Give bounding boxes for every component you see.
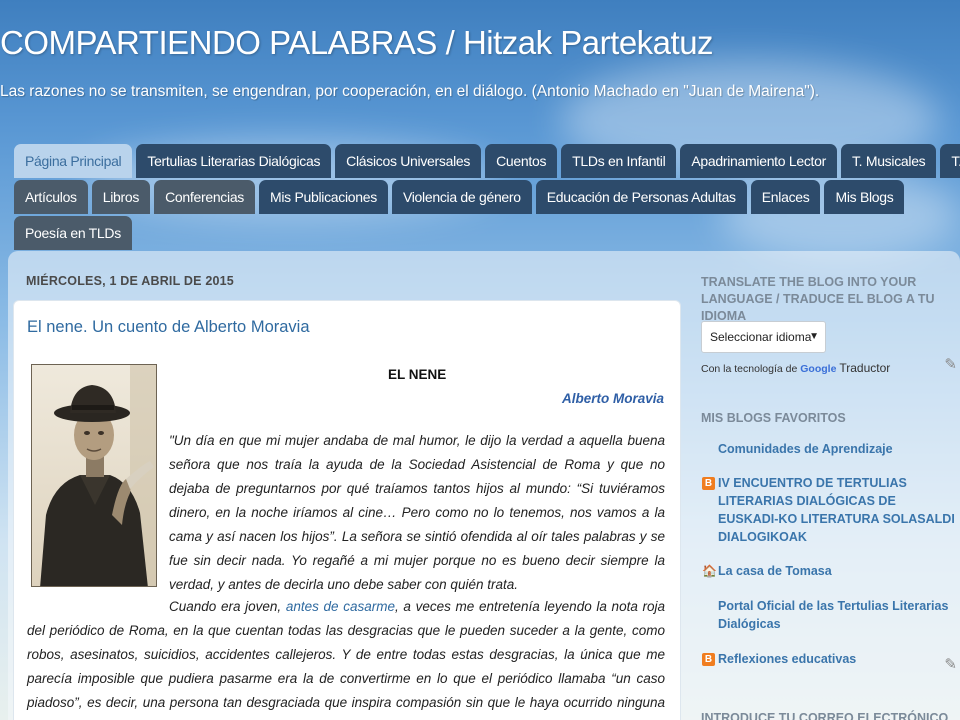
blog-description: Las razones no se transmiten, se engendr… — [0, 83, 820, 100]
tab-articulos[interactable]: Artículos — [14, 180, 88, 214]
email-widget-title: INTRODUCE TU CORREO ELECTRÓNICO PARA — [701, 711, 949, 720]
blog-link-reflexiones[interactable]: Reflexiones educativas — [718, 650, 958, 668]
powered-by-google: Con la tecnología de Google Traductor — [701, 361, 890, 375]
story-paragraph-2: Cuando era joven, antes de casarme, a ve… — [27, 595, 665, 720]
language-select-label: Seleccionar idioma — [710, 330, 812, 344]
paragraph-text: Cuando era joven, — [169, 599, 286, 614]
nav-tabs-row-1: Página Principal Tertulias Literarias Di… — [14, 144, 960, 178]
favorites-title: MIS BLOGS FAVORITOS — [701, 411, 846, 425]
blogger-icon: B — [702, 477, 715, 490]
blogger-icon: B — [702, 653, 715, 666]
tab-tlds-infantil[interactable]: TLDs en Infantil — [561, 144, 677, 178]
tab-poesia-tlds[interactable]: Poesía en TLDs — [14, 216, 132, 250]
dropdown-arrow-icon: ▼ — [809, 331, 819, 342]
post-container: El nene. Un cuento de Alberto Moravia EL… — [13, 300, 681, 720]
powered-prefix: Con la tecnología de — [701, 363, 798, 375]
paragraph-text: , a veces me entretenía leyendo la nota … — [27, 599, 666, 720]
nav-tabs-row-2: Artículos Libros Conferencias Mis Public… — [14, 180, 905, 214]
blog-link-portal-oficial[interactable]: Portal Oficial de las Tertulias Literari… — [718, 597, 958, 633]
tab-t-musicales[interactable]: T. Musicales — [840, 144, 937, 178]
edit-wrench-icon[interactable]: ✎ — [944, 655, 957, 673]
tab-clasicos-universales[interactable]: Clásicos Universales — [335, 144, 482, 178]
tab-conferencias[interactable]: Conferencias — [154, 180, 255, 214]
blog-link-casa-tomasa[interactable]: La casa de Tomasa — [718, 562, 958, 580]
tab-cuentos[interactable]: Cuentos — [485, 144, 558, 178]
story-author: Alberto Moravia — [561, 391, 664, 406]
tab-mis-publicaciones[interactable]: Mis Publicaciones — [259, 180, 388, 214]
favicon-icon: 🏠 — [702, 564, 717, 578]
tab-pagina-principal[interactable]: Página Principal — [14, 144, 133, 178]
story-heading: EL NENE — [388, 367, 447, 382]
sidebar: TRANSLATE THE BLOG INTO YOUR LANGUAGE / … — [700, 251, 960, 720]
language-select[interactable]: Seleccionar idioma ▼ — [701, 321, 826, 353]
tab-t-arte[interactable]: T. Arte — [940, 144, 960, 178]
translate-label[interactable]: Traductor — [839, 361, 890, 375]
tab-tertulias-literarias[interactable]: Tertulias Literarias Dialógicas — [136, 144, 332, 178]
blog-link-encuentro-tertulias[interactable]: IV ENCUENTRO DE TERTULIAS LITERARIAS DIA… — [718, 474, 958, 546]
post-date: MIÉRCOLES, 1 DE ABRIL DE 2015 — [26, 274, 234, 288]
post-title[interactable]: El nene. Un cuento de Alberto Moravia — [27, 318, 310, 337]
tab-enlaces[interactable]: Enlaces — [750, 180, 821, 214]
tab-libros[interactable]: Libros — [91, 180, 151, 214]
author-photo — [31, 364, 157, 587]
tab-apadrinamiento-lector[interactable]: Apadrinamiento Lector — [680, 144, 837, 178]
story-paragraph-1: "Un día en que mi mujer andaba de mal hu… — [169, 433, 665, 592]
marriage-link[interactable]: antes de casarme — [286, 599, 395, 614]
edit-wrench-icon[interactable]: ✎ — [944, 355, 957, 373]
translate-widget-title: TRANSLATE THE BLOG INTO YOUR LANGUAGE / … — [701, 275, 935, 323]
tab-violencia-genero[interactable]: Violencia de género — [391, 180, 532, 214]
blog-title[interactable]: COMPARTIENDO PALABRAS / Hitzak Partekatu… — [0, 24, 714, 62]
main-column: MIÉRCOLES, 1 DE ABRIL DE 2015 El nene. U… — [13, 251, 681, 720]
tab-mis-blogs[interactable]: Mis Blogs — [824, 180, 905, 214]
tab-educacion-adultas[interactable]: Educación de Personas Adultas — [535, 180, 747, 214]
google-logo[interactable]: Google — [800, 363, 836, 375]
blog-link-comunidades[interactable]: Comunidades de Aprendizaje — [718, 440, 958, 458]
nav-tabs-row-3: Poesía en TLDs — [14, 216, 132, 250]
